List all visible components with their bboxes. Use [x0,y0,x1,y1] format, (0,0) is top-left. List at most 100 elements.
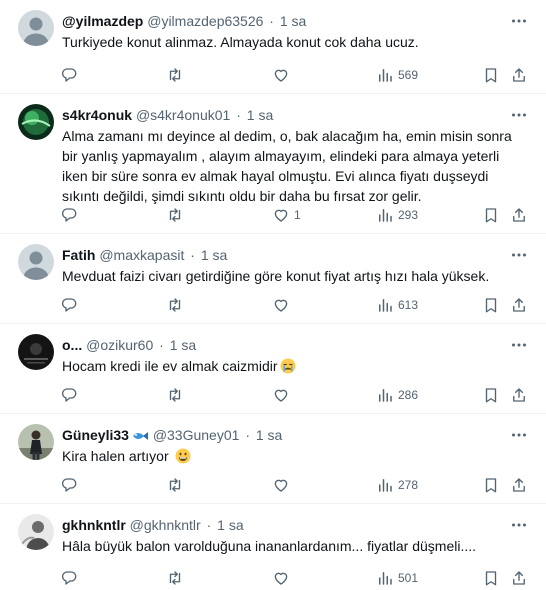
views-button[interactable]: 293 [376,203,418,227]
tweet[interactable]: o... @ozikur60 · 1 sa Hocam kredi ile ev… [0,324,546,414]
heart-icon [274,299,288,312]
repost-button[interactable] [166,473,184,497]
reply-button[interactable] [60,473,78,497]
share-button[interactable] [510,293,528,317]
like-button[interactable] [272,63,294,87]
share-button[interactable] [510,566,528,590]
person-avatar-icon [18,424,54,460]
bookmark-button[interactable] [482,566,500,590]
views-button[interactable]: 613 [376,293,418,317]
like-button[interactable] [272,566,294,590]
reply-button[interactable] [60,566,78,590]
tweet[interactable]: Fatih @maxkapasit · 1 sa Mevduat faizi c… [0,234,546,324]
views-button[interactable]: 569 [376,63,418,87]
tweet-text-content: Kira halen artıyor [62,448,169,464]
bookmark-button[interactable] [482,383,500,407]
display-name[interactable]: s4kr4onuk [62,107,132,123]
analytics-icon [379,209,392,222]
repost-icon [169,478,181,492]
analytics-icon [379,299,392,312]
repost-button[interactable] [166,383,184,407]
timestamp[interactable]: 1 sa [217,517,243,533]
display-name[interactable]: @yilmazdep [62,13,143,29]
timestamp[interactable]: 1 sa [170,337,196,353]
share-button[interactable] [510,63,528,87]
like-button[interactable] [272,473,294,497]
more-options-icon[interactable] [510,516,528,534]
avatar[interactable] [18,104,54,140]
view-count: 286 [398,388,419,402]
tweet-text: Hâla büyük balon varolduğuna inananlarda… [62,538,477,554]
more-options-icon[interactable] [510,12,528,30]
like-button[interactable] [272,293,294,317]
timestamp[interactable]: 1 sa [247,107,273,123]
user-handle[interactable]: @gkhnkntlr [130,517,201,533]
share-button[interactable] [510,383,528,407]
avatar[interactable] [18,244,54,280]
bookmark-icon [485,571,497,586]
avatar[interactable] [18,10,54,46]
tweet[interactable]: @yilmazdep @yilmazdep63526 · 1 sa Turkiy… [0,0,546,94]
reply-icon [61,388,77,402]
bookmark-button[interactable] [482,203,500,227]
like-button[interactable]: 1 [272,203,301,227]
share-button[interactable] [510,473,528,497]
reply-button[interactable] [60,383,78,407]
display-name[interactable]: Fatih [62,247,95,263]
bookmark-button[interactable] [482,473,500,497]
repost-button[interactable] [166,566,184,590]
tweet-text: Hocam kredi ile ev almak caizmidir [62,356,528,376]
more-options-icon[interactable] [510,106,528,124]
tweet[interactable]: Güneyli33 @33Guney01 · 1 sa Kira halen a… [0,414,546,504]
reply-icon [61,208,77,222]
user-handle[interactable]: @s4kr4onuk01 [136,107,230,123]
separator-dot: · [190,247,195,263]
share-button[interactable] [510,203,528,227]
more-options-icon[interactable] [510,246,528,264]
repost-icon [169,388,181,402]
tweet[interactable]: gkhnkntlr @gkhnkntlr · 1 sa Hâla büyük b… [0,504,546,586]
share-icon [513,68,525,82]
reply-button[interactable] [60,293,78,317]
tweet-header: Fatih @maxkapasit · 1 sa [62,246,506,264]
avatar[interactable] [18,424,54,460]
reply-button[interactable] [60,203,78,227]
repost-button[interactable] [166,63,184,87]
display-name[interactable]: Güneyli33 [62,427,129,443]
default-avatar-icon [18,244,54,280]
like-button[interactable] [272,383,294,407]
reply-icon [61,68,77,82]
repost-button[interactable] [166,293,184,317]
tweet-header: Güneyli33 @33Guney01 · 1 sa [62,426,506,444]
user-handle[interactable]: @maxkapasit [99,247,184,263]
more-options-icon[interactable] [510,336,528,354]
views-button[interactable]: 286 [376,383,418,407]
display-name[interactable]: gkhnkntlr [62,517,126,533]
timestamp[interactable]: 1 sa [201,247,227,263]
fish-emoji [131,429,149,443]
repost-button[interactable] [166,203,184,227]
tweet-header: o... @ozikur60 · 1 sa [62,336,506,354]
avatar[interactable] [18,514,54,550]
user-handle[interactable]: @yilmazdep63526 [147,13,263,29]
tweet[interactable]: s4kr4onuk @s4kr4onuk01 · 1 sa Alma zaman… [0,94,546,234]
timestamp[interactable]: 1 sa [256,427,282,443]
views-button[interactable]: 278 [376,473,418,497]
timestamp[interactable]: 1 sa [280,13,306,29]
avatar[interactable] [18,334,54,370]
display-name[interactable]: o... [62,337,82,353]
more-options-icon[interactable] [510,426,528,444]
grinning-face-emoji [175,448,191,464]
crying-face-emoji [280,358,296,374]
tweet-actions: 278 [54,473,538,497]
heart-icon [274,209,288,222]
views-button[interactable]: 501 [376,566,418,590]
bookmark-icon [485,68,497,83]
view-count: 569 [398,68,419,82]
heart-icon [274,389,288,402]
user-handle[interactable]: @ozikur60 [86,337,153,353]
reply-button[interactable] [60,63,78,87]
user-handle[interactable]: @33Guney01 [153,427,240,443]
bookmark-button[interactable] [482,293,500,317]
bookmark-button[interactable] [482,63,500,87]
